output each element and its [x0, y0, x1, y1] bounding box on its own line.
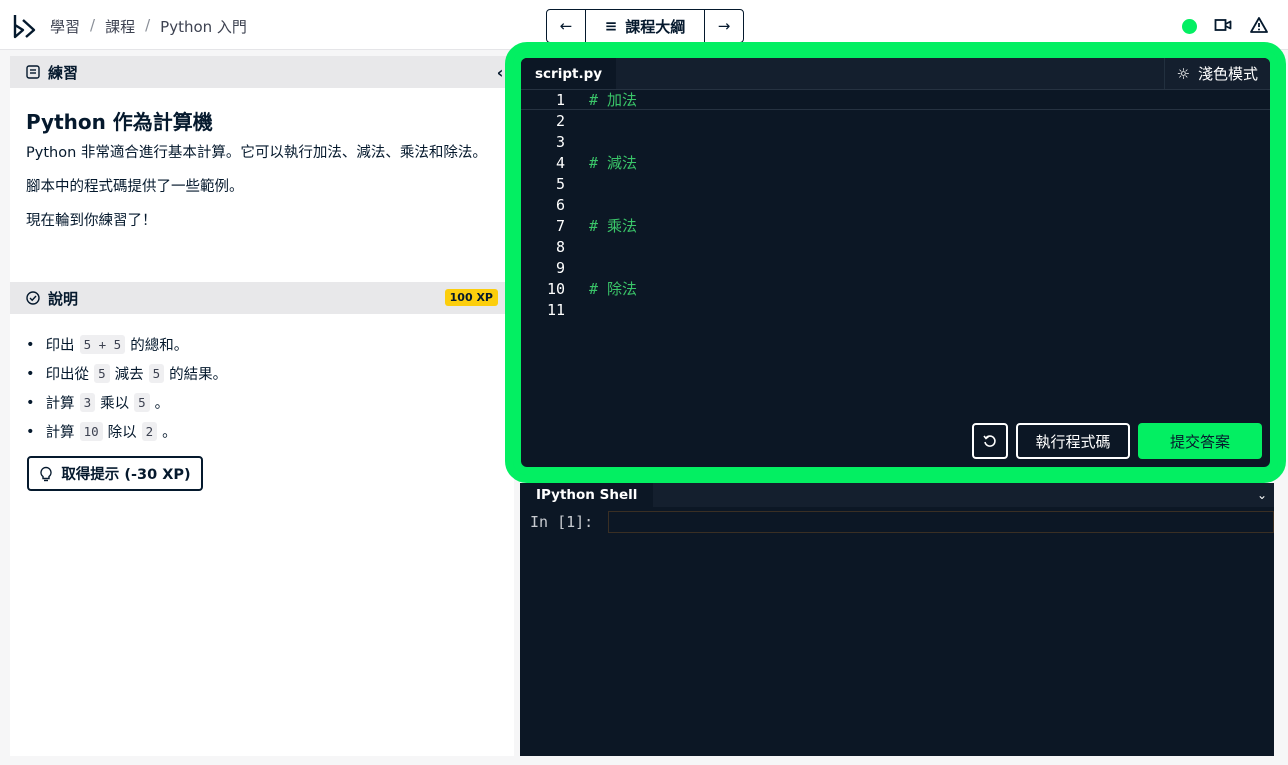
- inline-code: 2: [141, 422, 158, 441]
- exercise-icon: [26, 65, 40, 79]
- shell-prompt-row: In [1]:: [530, 513, 593, 531]
- get-hint-button[interactable]: 取得提示 (-30 XP): [27, 456, 203, 491]
- inline-code: 3: [79, 393, 96, 412]
- code-line: 2: [521, 110, 1270, 131]
- report-issue-icon[interactable]: [1250, 16, 1268, 34]
- code-line: 4 # 減法: [521, 152, 1270, 173]
- course-outline-button[interactable]: ≡ 課程大綱: [585, 10, 705, 42]
- light-mode-toggle[interactable]: ☼ 淺色模式: [1163, 58, 1270, 89]
- exercise-panel: 練習 ‹ Python 作為計算機 Python 非常適合進行基本計算。它可以執…: [10, 56, 514, 756]
- next-exercise-button[interactable]: →: [705, 10, 743, 42]
- exercise-title: Python 作為計算機: [26, 110, 213, 134]
- check-circle-icon: [26, 291, 40, 305]
- shell-tab-bar: IPython Shell: [520, 483, 1274, 507]
- line-number: 1: [555, 90, 565, 109]
- breadcrumb-separator: /: [145, 16, 151, 34]
- editor-tab-bar: script.py ☼ 淺色模式: [521, 58, 1270, 89]
- code-line: 9: [521, 257, 1270, 278]
- line-number: 11: [546, 300, 565, 319]
- get-hint-label: 取得提示 (-30 XP): [61, 467, 191, 483]
- editor-highlight-frame: script.py ☼ 淺色模式 1 # 加法 2 3 4 # 減法 5 6 7 # …: [505, 42, 1286, 483]
- list-item: • 計算 3 乘以 5 。: [26, 393, 170, 412]
- breadcrumb-course[interactable]: Python 入門: [160, 16, 247, 37]
- reset-code-button[interactable]: [972, 423, 1008, 459]
- breadcrumb-learn[interactable]: 學習: [50, 16, 80, 37]
- video-icon[interactable]: [1214, 17, 1232, 33]
- arrow-left-icon: ←: [559, 17, 573, 35]
- exercise-paragraph: 現在輪到你練習了！: [26, 213, 157, 229]
- code-area[interactable]: 1 # 加法 2 3 4 # 減法 5 6 7 # 乘法 8 9 10 # 除法 11: [521, 89, 1270, 320]
- submit-answer-button[interactable]: 提交答案: [1138, 423, 1262, 459]
- list-item: • 計算 10 除以 2 。: [26, 422, 177, 441]
- code-line: 6: [521, 194, 1270, 215]
- code-line: 7 # 乘法: [521, 215, 1270, 236]
- line-number: 5: [555, 174, 565, 193]
- code-editor[interactable]: script.py ☼ 淺色模式 1 # 加法 2 3 4 # 減法 5 6 7 # …: [521, 58, 1270, 467]
- chevron-down-icon[interactable]: ⌄: [1248, 483, 1276, 507]
- code-line: 3: [521, 131, 1270, 152]
- breadcrumb: 學習 / 課程 / Python 入門: [50, 16, 247, 37]
- session-status-indicator: [1182, 19, 1197, 34]
- inline-code: 5: [134, 393, 150, 412]
- sun-icon: ☼: [1176, 64, 1190, 83]
- course-outline-label: 課程大綱: [625, 17, 686, 36]
- instructions-header: 說明 100 XP: [10, 282, 514, 314]
- list-item: • 印出 5 + 5 的總和。: [26, 335, 189, 354]
- tab-script-py[interactable]: script.py: [521, 58, 617, 89]
- line-number: 3: [555, 132, 565, 151]
- breadcrumb-separator: /: [90, 16, 96, 34]
- lightbulb-icon: [40, 466, 52, 481]
- inline-code: 5 + 5: [79, 335, 126, 354]
- line-number: 9: [555, 258, 565, 277]
- code-comment: # 加法: [589, 91, 638, 109]
- exercise-header: 練習 ‹: [10, 56, 514, 88]
- inline-code: 5: [148, 364, 165, 383]
- instructions-header-label: 說明: [48, 289, 79, 308]
- chevron-left-icon: ‹: [496, 62, 504, 82]
- exercise-header-label: 練習: [48, 63, 79, 82]
- shell-prompt: In [1]:: [530, 513, 594, 531]
- code-comment: # 減法: [589, 154, 638, 172]
- line-number: 2: [555, 111, 565, 130]
- exercise-paragraph: 腳本中的程式碼提供了一些範例。: [26, 179, 244, 195]
- code-line: 8: [521, 236, 1270, 257]
- line-number: 6: [555, 195, 565, 214]
- breadcrumb-courses[interactable]: 課程: [105, 16, 135, 37]
- light-mode-label: 淺色模式: [1197, 65, 1258, 83]
- previous-exercise-button[interactable]: ←: [547, 10, 585, 42]
- code-comment: # 乘法: [589, 217, 638, 235]
- inline-code: 5: [94, 364, 110, 383]
- arrow-right-icon: →: [717, 17, 731, 35]
- list-item: • 印出從 5 減去 5 的結果。: [26, 364, 228, 383]
- line-number: 8: [555, 237, 565, 256]
- line-number: 7: [555, 216, 565, 235]
- reset-icon: [983, 435, 996, 447]
- shell-input[interactable]: [608, 511, 1274, 533]
- code-line: 10 # 除法: [521, 278, 1270, 299]
- exercise-description: Python 作為計算機 Python 非常適合進行基本計算。它可以執行加法、減…: [10, 88, 514, 282]
- tab-ipython-shell[interactable]: IPython Shell: [520, 483, 654, 507]
- code-comment: # 除法: [589, 280, 638, 298]
- inline-code: 10: [79, 422, 103, 441]
- exercise-paragraph: Python 非常適合進行基本計算。它可以執行加法、減法、乘法和除法。: [26, 145, 487, 161]
- code-line: 1 # 加法: [521, 89, 1270, 110]
- editor-actions: 執行程式碼 提交答案: [972, 423, 1262, 459]
- run-code-button[interactable]: 執行程式碼: [1016, 423, 1130, 459]
- datacamp-logo-icon[interactable]: [12, 12, 38, 40]
- ipython-shell: IPython Shell In [1]:: [520, 483, 1274, 756]
- instructions-list: • 印出 5 + 5 的總和。 • 印出從 5 減去 5 的結果。 • 計算 3…: [10, 314, 514, 491]
- menu-icon: ≡: [604, 17, 618, 35]
- line-number: 4: [555, 153, 565, 172]
- code-line: 11: [521, 299, 1270, 320]
- line-number: 10: [546, 279, 565, 298]
- exercise-navigation: ← ≡ 課程大綱 →: [546, 9, 744, 43]
- xp-badge: 100 XP: [444, 289, 498, 306]
- code-line: 5: [521, 173, 1270, 194]
